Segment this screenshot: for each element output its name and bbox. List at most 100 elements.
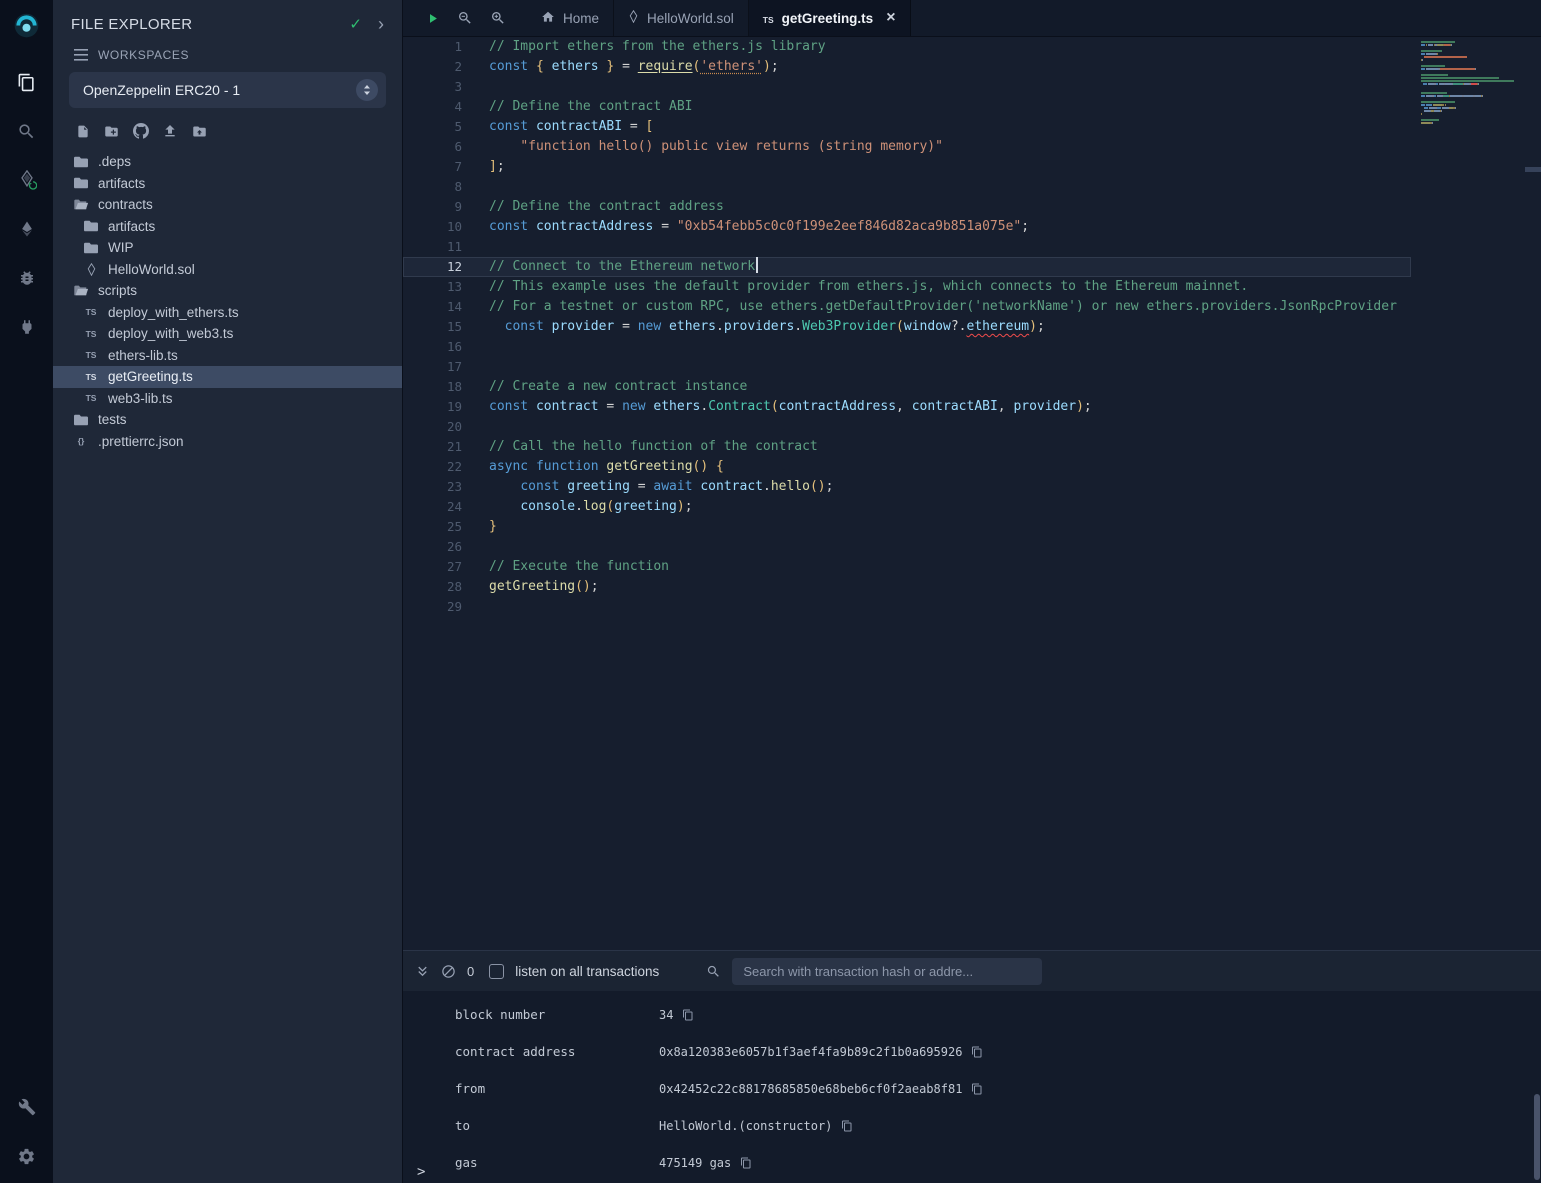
zoom-in-icon[interactable] — [485, 5, 511, 31]
listen-all-transactions-checkbox[interactable] — [489, 964, 504, 979]
code-token: ethers — [669, 319, 716, 334]
close-icon[interactable]: × — [886, 10, 895, 26]
plugin-manager-icon[interactable] — [10, 310, 44, 344]
tree-item[interactable]: TSdeploy_with_web3.ts — [53, 323, 402, 345]
copy-icon[interactable] — [841, 1120, 853, 1132]
solidity-compiler-icon[interactable] — [10, 163, 44, 197]
workspaces-label: WORKSPACES — [98, 48, 189, 62]
editor-tab[interactable]: TSgetGreeting.ts× — [749, 0, 911, 36]
code-token: { — [716, 459, 724, 474]
copy-icon[interactable] — [971, 1083, 983, 1095]
minimap-line — [1421, 77, 1529, 79]
code-token: ; — [1037, 319, 1045, 334]
code-token: ; — [1021, 219, 1029, 234]
minimap-line — [1421, 68, 1529, 70]
zoom-out-icon[interactable] — [452, 5, 478, 31]
editor-tab[interactable]: HelloWorld.sol — [614, 0, 749, 36]
workspace-selector[interactable]: OpenZeppelin ERC20 - 1 — [69, 72, 386, 108]
code-text — [489, 537, 1411, 557]
code-token: providers — [724, 319, 794, 334]
minimap[interactable] — [1421, 41, 1529, 128]
code-text: // Create a new contract instance — [489, 377, 1411, 397]
code-token: = — [630, 479, 653, 494]
code-token — [489, 139, 520, 154]
minimap-line — [1421, 113, 1529, 115]
code-token: ; — [771, 59, 779, 74]
tree-item[interactable]: contracts — [53, 194, 402, 216]
transaction-detail-value: HelloWorld.(constructor) — [659, 1119, 853, 1133]
tree-item[interactable]: scripts — [53, 280, 402, 302]
code-token: ( — [771, 399, 779, 414]
tree-item[interactable]: TSethers-lib.ts — [53, 345, 402, 367]
code-editor[interactable]: 1// Import ethers from the ethers.js lib… — [403, 37, 1541, 950]
editor-tab[interactable]: Home — [527, 0, 614, 36]
new-file-icon[interactable] — [76, 124, 90, 139]
code-line: 16 — [403, 337, 1411, 357]
tools-icon[interactable] — [10, 1090, 44, 1124]
minimap-line — [1421, 122, 1529, 124]
workspace-switch-icon[interactable] — [356, 79, 378, 101]
file-explorer-header: FILE EXPLORER ✓ › — [53, 0, 402, 41]
remix-logo-icon[interactable] — [10, 8, 44, 42]
clear-console-icon[interactable] — [441, 964, 456, 979]
copy-icon[interactable] — [682, 1009, 694, 1021]
minimap-line — [1421, 104, 1529, 106]
code-token: greeting — [614, 499, 677, 514]
code-token: contractABI — [912, 399, 998, 414]
code-token: ; — [497, 159, 505, 174]
code-token: ; — [685, 499, 693, 514]
folder-icon — [73, 414, 89, 426]
deploy-run-icon[interactable] — [10, 212, 44, 246]
upload-folder-icon[interactable] — [191, 124, 208, 139]
line-number: 10 — [403, 217, 489, 237]
code-line: 10const contractAddress = "0xb54febb5c0c… — [403, 217, 1411, 237]
terminal-prompt: > — [417, 1164, 425, 1180]
copy-icon[interactable] — [740, 1157, 752, 1169]
tree-item[interactable]: artifacts — [53, 216, 402, 238]
terminal-search-input[interactable] — [732, 958, 1042, 985]
code-token: ) — [1029, 319, 1037, 334]
tree-item[interactable]: TSdeploy_with_ethers.ts — [53, 302, 402, 324]
tree-item-label: web3-lib.ts — [108, 391, 173, 406]
tree-item[interactable]: {}.prettierrc.json — [53, 431, 402, 453]
code-token: async — [489, 459, 528, 474]
code-token: contractABI — [536, 119, 622, 134]
transaction-detail-row: gas475149 gas — [403, 1144, 1541, 1181]
tree-item[interactable]: TSweb3-lib.ts — [53, 388, 402, 410]
code-token: // Call the hello function of the contra… — [489, 439, 818, 454]
code-token — [661, 319, 669, 334]
workspaces-menu-icon[interactable] — [74, 49, 88, 61]
scrollbar[interactable] — [1533, 0, 1541, 1183]
scrollbar-thumb[interactable] — [1534, 1094, 1540, 1180]
tree-item[interactable]: artifacts — [53, 173, 402, 195]
code-token: contractAddress — [779, 399, 896, 414]
upload-file-icon[interactable] — [162, 123, 178, 139]
tree-item[interactable]: tests — [53, 409, 402, 431]
code-token: const — [489, 399, 528, 414]
transaction-detail-row: from0x42452c22c88178685850e68beb6cf0f2ae… — [403, 1070, 1541, 1107]
tree-item[interactable]: .deps — [53, 151, 402, 173]
search-icon[interactable] — [10, 114, 44, 148]
folder-open-icon — [73, 199, 89, 211]
code-text: // Execute the function — [489, 557, 1411, 577]
file-explorer-icon[interactable] — [10, 65, 44, 99]
editor-tabs: HomeHelloWorld.solTSgetGreeting.ts× — [527, 0, 911, 36]
code-line: 25} — [403, 517, 1411, 537]
code-token: window — [904, 319, 951, 334]
run-script-button[interactable] — [419, 5, 445, 31]
copy-icon[interactable] — [971, 1046, 983, 1058]
minimap-line — [1421, 107, 1529, 109]
tree-item[interactable]: HelloWorld.sol — [53, 259, 402, 281]
line-number: 25 — [403, 517, 489, 537]
tree-item[interactable]: WIP — [53, 237, 402, 259]
minimap-line — [1421, 119, 1529, 121]
settings-icon[interactable] — [10, 1139, 44, 1173]
debugger-icon[interactable] — [10, 261, 44, 295]
terminal-collapse-icon[interactable] — [415, 964, 430, 979]
chevron-right-icon[interactable]: › — [378, 15, 384, 33]
code-text — [489, 357, 1411, 377]
github-icon[interactable] — [133, 123, 149, 139]
code-token: getGreeting — [606, 459, 692, 474]
new-folder-icon[interactable] — [103, 124, 120, 139]
tree-item[interactable]: TSgetGreeting.ts — [53, 366, 402, 388]
